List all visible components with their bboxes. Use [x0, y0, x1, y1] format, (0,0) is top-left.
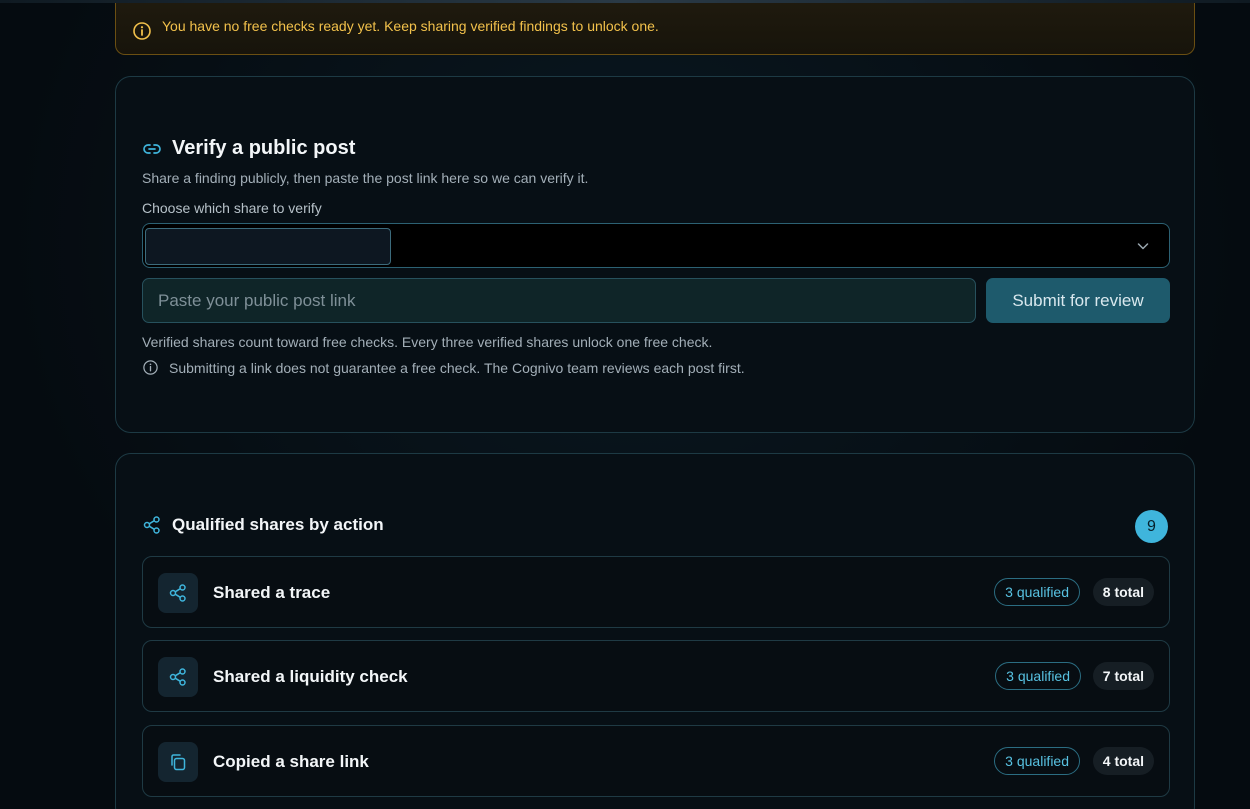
chevron-down-icon[interactable]	[1135, 238, 1151, 254]
verify-post-title: Verify a public post	[172, 137, 356, 159]
qualified-count-badge: 9	[1135, 510, 1168, 543]
share-action-row: Copied a share link 3 qualified 4 total	[142, 725, 1170, 797]
qualified-badge: 3 qualified	[994, 578, 1080, 606]
share-icon	[169, 668, 186, 686]
review-disclaimer: Submitting a link does not guarantee a f…	[142, 359, 745, 376]
share-action-label: Copied a share link	[213, 752, 369, 771]
share-icon	[143, 516, 160, 534]
verify-post-card: Verify a public post Share a finding pub…	[115, 76, 1195, 433]
total-badge: 8 total	[1092, 578, 1154, 606]
share-select[interactable]	[142, 223, 1170, 268]
submit-for-review-button[interactable]: Submit for review	[986, 278, 1170, 323]
qualified-shares-title: Qualified shares by action	[172, 515, 384, 534]
verified-shares-note: Verified shares count toward free checks…	[142, 334, 713, 350]
copy-icon-box	[158, 742, 198, 782]
share-icon	[169, 584, 186, 602]
share-action-row: Shared a trace 3 qualified 8 total	[142, 556, 1170, 628]
verify-post-subtitle: Share a finding publicly, then paste the…	[142, 170, 589, 186]
share-action-label: Shared a trace	[213, 583, 331, 602]
qualified-shares-card: Qualified shares by action 9 Shared a tr…	[115, 453, 1195, 809]
qualified-badge: 3 qualified	[994, 747, 1080, 775]
no-free-checks-alert: You have no free checks ready yet. Keep …	[115, 3, 1195, 55]
alert-text: You have no free checks ready yet. Keep …	[162, 18, 659, 34]
link-icon	[143, 143, 161, 154]
review-disclaimer-text: Submitting a link does not guarantee a f…	[169, 359, 745, 376]
share-action-row: Shared a liquidity check 3 qualified 7 t…	[142, 640, 1170, 712]
choose-share-label: Choose which share to verify	[142, 200, 322, 216]
verify-post-heading: Verify a public post	[142, 137, 355, 160]
qualified-shares-heading: Qualified shares by action	[142, 515, 384, 535]
share-icon-box	[158, 657, 198, 697]
qualified-badge: 3 qualified	[995, 662, 1081, 690]
copy-icon	[171, 754, 186, 771]
total-badge: 4 total	[1092, 747, 1154, 775]
info-circle-icon	[133, 21, 151, 40]
share-action-label: Shared a liquidity check	[213, 667, 408, 686]
share-select-value[interactable]	[145, 228, 391, 265]
post-link-input[interactable]	[142, 278, 976, 323]
share-icon-box	[158, 573, 198, 613]
total-badge: 7 total	[1092, 662, 1154, 690]
info-circle-icon	[143, 360, 158, 375]
